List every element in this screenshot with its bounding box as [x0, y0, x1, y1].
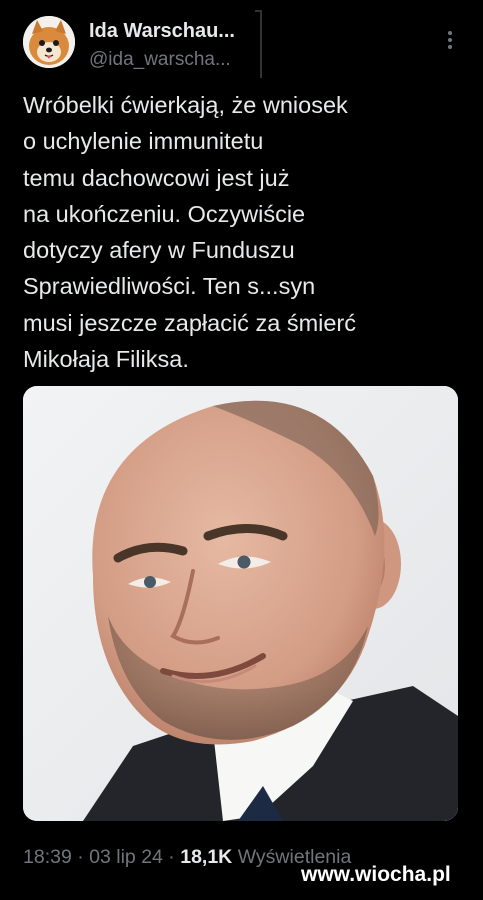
header-divider — [260, 10, 262, 78]
meta-separator: · — [162, 846, 181, 868]
tweet-text-line: Sprawiedliwości. Ten s...syn — [23, 273, 316, 300]
dog-avatar-icon — [23, 16, 75, 68]
views-count[interactable]: 18,1K — [180, 846, 232, 868]
author-name[interactable]: Ida Warschau... — [89, 20, 235, 43]
tweet-text-line: na ukończeniu. Oczywiście — [23, 200, 306, 227]
author-handle[interactable]: @ida_warscha... — [89, 49, 231, 71]
tweet-text-line: musi jeszcze zapłacić za śmierć — [23, 309, 357, 336]
tweet-text-line: o uchylenie immunitetu — [23, 128, 264, 155]
author-avatar[interactable] — [23, 16, 75, 68]
tweet-text-line: temu dachowcowi jest już — [23, 164, 290, 191]
tweet-text-line: Mikołaja Filiksa. — [23, 346, 189, 373]
site-watermark: www.wiocha.pl — [301, 863, 451, 886]
meta-separator: · — [71, 846, 90, 868]
tweet-text-line: Wróbelki ćwierkają, że wniosek — [23, 92, 348, 118]
tweet-text: Wróbelki ćwierkają, że wniosek o uchylen… — [23, 87, 463, 377]
more-vertical-icon[interactable] — [443, 28, 457, 52]
tweet-time[interactable]: 18:39 — [23, 846, 72, 868]
tweet-header: Ida Warschau... @ida_warscha... — [0, 0, 483, 80]
tweet-text-line: dotyczy afery w Funduszu — [23, 237, 295, 264]
tweet-date[interactable]: 03 lip 24 — [89, 846, 163, 868]
header-divider-cap — [255, 10, 262, 12]
tweet-photo[interactable] — [23, 386, 458, 821]
